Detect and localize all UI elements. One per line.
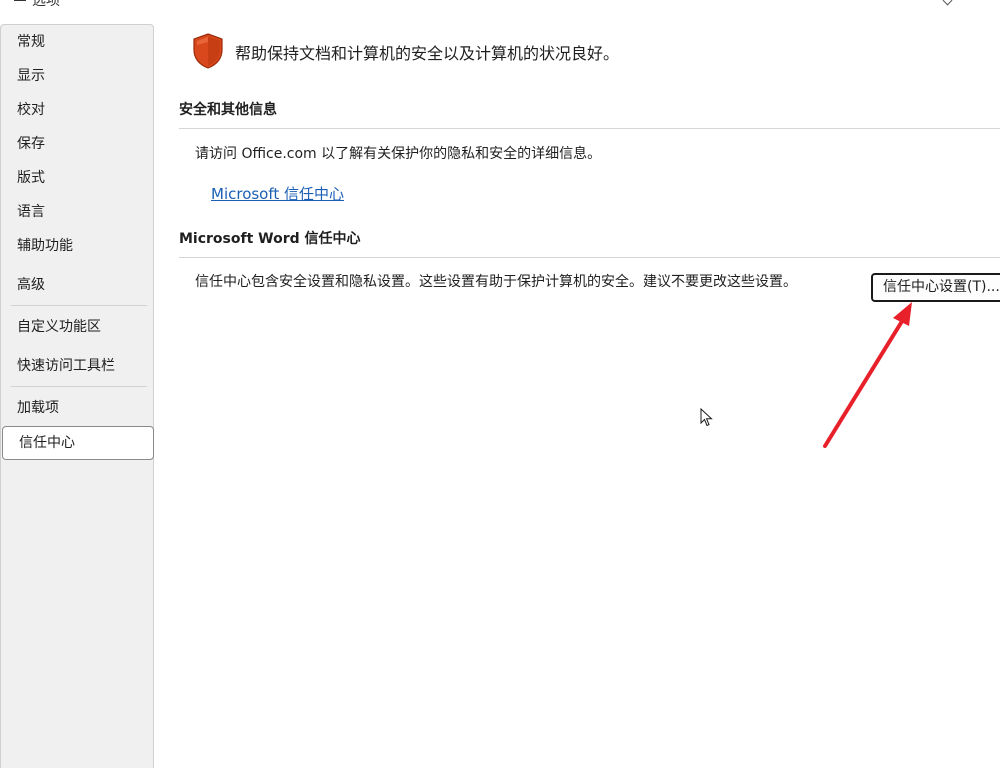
microsoft-trust-center-link[interactable]: Microsoft 信任中心 — [211, 183, 344, 204]
sidebar-item-accessibility[interactable]: 辅助功能 — [1, 230, 153, 262]
sidebar-item-general[interactable]: 常规 — [1, 26, 153, 58]
section-divider — [179, 128, 1000, 129]
sidebar-item-trust-center[interactable]: 信任中心 — [2, 426, 154, 460]
sidebar-item-proofing[interactable]: 校对 — [1, 94, 153, 126]
trust-center-settings-button[interactable]: 信任中心设置(T)... — [871, 273, 1000, 302]
sidebar-item-language[interactable]: 语言 — [1, 196, 153, 228]
window-title: 选项 — [32, 0, 60, 6]
sidebar-item-add-ins[interactable]: 加载项 — [1, 392, 153, 424]
security-section-title: 安全和其他信息 — [179, 102, 277, 118]
options-sidebar: 常规 显示 校对 保存 版式 语言 辅助功能 高级 自定义功能区 快速访问工具栏… — [0, 24, 154, 768]
sidebar-item-display[interactable]: 显示 — [1, 60, 153, 92]
title-bar-line — [14, 0, 26, 1]
shield-icon — [193, 33, 223, 69]
sidebar-divider — [11, 386, 147, 387]
sidebar-item-layout[interactable]: 版式 — [1, 162, 153, 194]
sidebar-item-advanced[interactable]: 高级 — [1, 269, 153, 301]
sidebar-item-quick-access-toolbar[interactable]: 快速访问工具栏 — [1, 350, 153, 382]
trust-center-section-title: Microsoft Word 信任中心 — [179, 231, 361, 247]
page-headline: 帮助保持文档和计算机的安全以及计算机的状况良好。 — [235, 44, 620, 63]
sidebar-item-customize-ribbon[interactable]: 自定义功能区 — [1, 311, 153, 343]
sidebar-item-save[interactable]: 保存 — [1, 128, 153, 160]
mouse-cursor-icon — [700, 408, 713, 427]
sidebar-divider — [11, 305, 147, 306]
word-options-page: 选项 常规 显示 校对 保存 版式 语言 辅助功能 高级 自定义功能区 快速访问… — [0, 0, 1000, 768]
security-info-text: 请访问 Office.com 以了解有关保护你的隐私和安全的详细信息。 — [195, 146, 602, 162]
trust-center-description: 信任中心包含安全设置和隐私设置。这些设置有助于保护计算机的安全。建议不要更改这些… — [195, 274, 797, 290]
section-divider — [179, 257, 1000, 258]
trust-center-panel: 帮助保持文档和计算机的安全以及计算机的状况良好。 安全和其他信息 请访问 Off… — [155, 0, 1000, 768]
